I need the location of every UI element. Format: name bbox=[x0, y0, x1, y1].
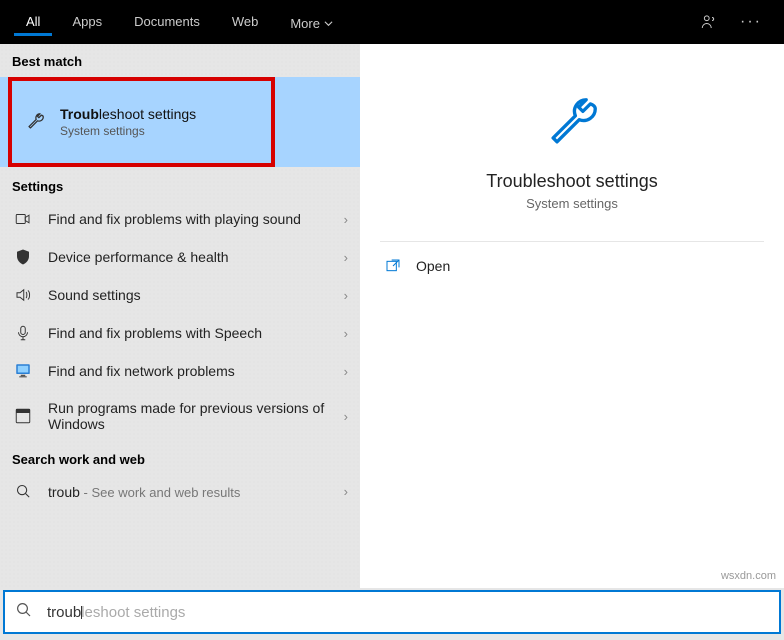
settings-item-sound[interactable]: Sound settings › bbox=[0, 276, 360, 314]
chevron-right-icon: › bbox=[344, 326, 348, 341]
tab-apps[interactable]: Apps bbox=[60, 8, 114, 36]
settings-item-playing-sound[interactable]: Find and fix problems with playing sound… bbox=[0, 200, 360, 238]
results-left-pane: Best match Troubleshoot settings System … bbox=[0, 44, 360, 588]
detail-subtitle: System settings bbox=[526, 196, 618, 211]
section-best-match: Best match bbox=[0, 44, 360, 75]
watermark-text: wsxdn.com bbox=[721, 570, 776, 582]
details-right-pane: Troubleshoot settings System settings Op… bbox=[360, 44, 784, 588]
settings-item-device-performance[interactable]: Device performance & health › bbox=[0, 238, 360, 276]
open-action[interactable]: Open bbox=[380, 250, 764, 282]
program-icon bbox=[12, 407, 34, 425]
search-input[interactable]: troubleshoot settings bbox=[3, 590, 781, 634]
divider bbox=[380, 241, 764, 242]
shield-icon bbox=[12, 248, 34, 266]
chevron-right-icon: › bbox=[344, 364, 348, 379]
wrench-icon bbox=[24, 111, 46, 133]
wrench-large-icon bbox=[541, 92, 603, 159]
section-search-work-web: Search work and web bbox=[0, 442, 360, 473]
chevron-right-icon: › bbox=[344, 409, 348, 424]
best-match-row[interactable]: Troubleshoot settings System settings bbox=[0, 77, 360, 167]
chevron-right-icon: › bbox=[344, 484, 348, 499]
search-icon bbox=[12, 483, 34, 500]
section-settings: Settings bbox=[0, 169, 360, 200]
chevron-right-icon: › bbox=[344, 212, 348, 227]
search-icon bbox=[15, 601, 33, 624]
more-options-icon[interactable]: ··· bbox=[740, 13, 762, 31]
microphone-icon bbox=[12, 324, 34, 342]
web-search-item[interactable]: troub - See work and web results › bbox=[0, 473, 360, 510]
start-tabs-header: All Apps Documents Web More ··· bbox=[0, 0, 784, 44]
speaker-icon bbox=[12, 286, 34, 304]
search-autocomplete-hint: leshoot settings bbox=[81, 604, 185, 621]
chevron-down-icon bbox=[324, 19, 333, 28]
tab-more[interactable]: More bbox=[278, 8, 345, 36]
content-area: Best match Troubleshoot settings System … bbox=[0, 44, 784, 588]
chevron-right-icon: › bbox=[344, 288, 348, 303]
network-icon bbox=[12, 362, 34, 380]
feedback-icon[interactable] bbox=[700, 13, 718, 31]
tab-documents[interactable]: Documents bbox=[122, 8, 212, 36]
open-icon bbox=[384, 258, 402, 274]
video-icon bbox=[12, 210, 34, 228]
search-typed-text: troub bbox=[47, 604, 81, 621]
best-match-subtitle: System settings bbox=[60, 124, 259, 138]
chevron-right-icon: › bbox=[344, 250, 348, 265]
tab-web[interactable]: Web bbox=[220, 8, 271, 36]
settings-item-network[interactable]: Find and fix network problems › bbox=[0, 352, 360, 390]
settings-item-compatibility[interactable]: Run programs made for previous versions … bbox=[0, 390, 360, 442]
best-match-title: Troubleshoot settings bbox=[60, 106, 259, 122]
detail-title: Troubleshoot settings bbox=[486, 171, 657, 192]
settings-item-speech[interactable]: Find and fix problems with Speech › bbox=[0, 314, 360, 352]
tab-all[interactable]: All bbox=[14, 8, 52, 36]
